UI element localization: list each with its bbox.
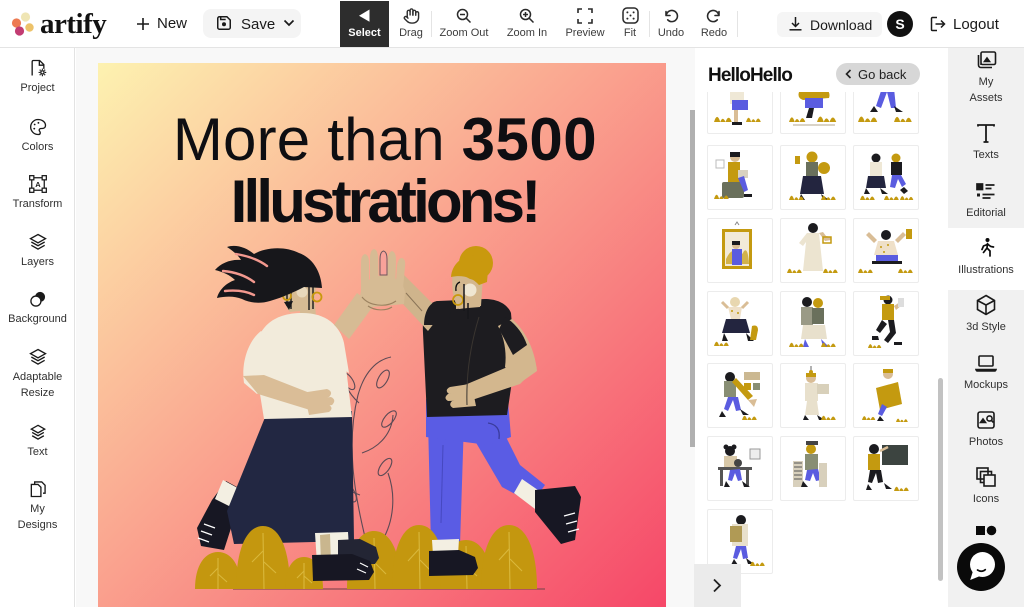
svg-text:A: A: [35, 180, 41, 189]
